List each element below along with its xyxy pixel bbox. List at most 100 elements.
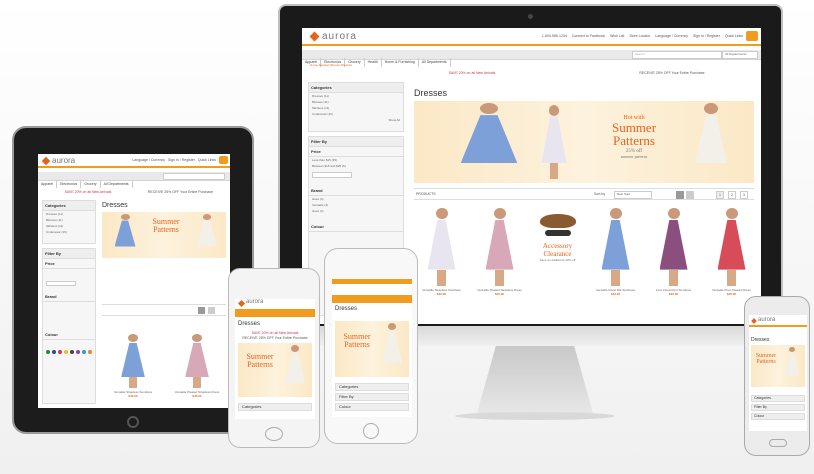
phone2-departments-bar[interactable]: Departments	[332, 295, 412, 309]
phone1-categories[interactable]: Categories	[238, 403, 312, 411]
header-link-facebook[interactable]: Connect to Facebook	[572, 34, 605, 38]
header-link-language[interactable]: Language / Currency	[655, 34, 688, 38]
promo-entire-purchase[interactable]: RECEIVE 25% OFF Your Entire Purchase	[602, 71, 742, 75]
tablet-screen: aurora Language / Currency Sign In / Reg…	[38, 154, 230, 408]
phone1-home-button[interactable]	[265, 427, 283, 441]
colour-swatches[interactable]	[43, 340, 95, 362]
brand-name[interactable]: aurora	[52, 156, 75, 165]
categories-title[interactable]: Categories	[309, 83, 403, 93]
cart-icon[interactable]	[219, 156, 228, 164]
brand-title[interactable]: Brand	[43, 292, 95, 302]
header-link-quick-links[interactable]: Quick Links	[198, 158, 216, 162]
summer-patterns-banner[interactable]: Summer Patterns	[335, 321, 409, 377]
brand-name[interactable]: aurora	[322, 31, 357, 42]
promo-new-arrivals[interactable]: SAVE 20% on all New Arrivals	[412, 71, 532, 75]
nav-apparel[interactable]: Apparel	[38, 180, 58, 188]
phone3-categories[interactable]: Categories	[751, 395, 805, 402]
accessory-clearance-card[interactable]: Accessory Clearance Save an additional 1…	[530, 208, 585, 308]
product-card[interactable]: Luxe Floral Print Sundress $40.00	[646, 208, 701, 308]
nav-all-departments[interactable]: All Departments	[419, 58, 451, 67]
colour-swatch[interactable]	[82, 350, 86, 354]
list-view-icon[interactable]	[686, 191, 694, 199]
colour-title[interactable]: Colour	[43, 330, 95, 340]
colour-swatch[interactable]	[64, 350, 68, 354]
brand-name[interactable]: aurora	[758, 317, 775, 323]
price-item[interactable]: Between $15 and $25 (6)	[309, 163, 403, 169]
summer-patterns-banner[interactable]: Hot with Summer Patterns 25% off summer …	[414, 101, 754, 183]
page-3[interactable]: 3	[740, 191, 748, 199]
grid-view-icon[interactable]	[198, 307, 205, 314]
banner-text: Summer Patterns	[752, 353, 780, 365]
header-link-signin[interactable]: Sign In / Register	[693, 34, 720, 38]
desktop-nav: Apparel Electronics Grocery Health Home & Fu…	[302, 50, 761, 67]
product-card[interactable]: Versatile Strapless Sundress $40.00	[108, 334, 158, 404]
list-view-icon[interactable]	[208, 307, 215, 314]
promo-entire-purchase[interactable]: RECEIVE 25% OFF Your Entire Purchase	[235, 336, 315, 340]
promo-entire-purchase[interactable]: RECEIVE 25% OFF Your Entire Purchase	[133, 190, 228, 194]
nav-electronics[interactable]: Electronics	[57, 180, 82, 188]
summer-patterns-banner[interactable]: Summer Patterns	[751, 345, 805, 387]
header-link-store-locator[interactable]: Store Locator	[629, 34, 650, 38]
brand-checkboxes[interactable]	[43, 302, 95, 330]
breadcrumb[interactable]: Home Apparel Women Dresses	[310, 63, 352, 67]
nav-all-departments[interactable]: All Departments	[101, 180, 133, 188]
tablet-home-button[interactable]	[127, 416, 139, 428]
colour-title[interactable]: Colour	[309, 222, 403, 232]
product-card[interactable]: Versatile Plum Pleated Dress $45.00	[704, 208, 759, 308]
product-price: $40.00	[128, 394, 138, 398]
category-item[interactable]: Underwear (16)	[43, 229, 95, 235]
phone1-departments-bar[interactable]: Departments	[235, 309, 315, 323]
product-card[interactable]: Versatile Floral Silk Sundress $42.00	[588, 208, 643, 308]
nav-health[interactable]: Health	[365, 58, 382, 67]
cart-icon[interactable]	[746, 31, 758, 41]
phone2-home-button[interactable]	[363, 423, 379, 439]
categories-title[interactable]: Categories	[43, 201, 95, 211]
phone2-colour[interactable]: Colour	[335, 403, 409, 411]
product-price: $45.00	[726, 292, 737, 296]
page-title: Dresses	[751, 337, 770, 343]
grid-view-icon[interactable]	[676, 191, 684, 199]
colour-swatch[interactable]	[88, 350, 92, 354]
phone3-colour[interactable]: Colour	[751, 413, 805, 420]
tablet-header: aurora Language / Currency Sign In / Reg…	[38, 154, 230, 168]
nav-home-furnishing[interactable]: Home & Furnishing	[382, 58, 419, 67]
page-1[interactable]: 1	[716, 191, 724, 199]
phone3-home-button[interactable]	[769, 439, 787, 447]
header-link-quick-links[interactable]: Quick Links	[725, 34, 743, 38]
price-range-inputs[interactable]	[312, 172, 352, 178]
nav-grocery[interactable]: Grocery	[81, 180, 101, 188]
filter-title[interactable]: Filter By	[309, 137, 403, 147]
phone2-categories[interactable]: Categories	[335, 383, 409, 391]
filter-title[interactable]: Filter By	[43, 249, 95, 259]
brand-title[interactable]: Brand	[309, 186, 403, 196]
colour-swatch[interactable]	[58, 350, 62, 354]
promo-new-arrivals[interactable]: SAVE 20% on all New Arrivals	[48, 190, 128, 194]
price-title[interactable]: Price	[309, 147, 403, 157]
header-link-signin[interactable]: Sign In / Register	[168, 158, 195, 162]
product-card[interactable]: Versatile Pleated Strapless Dress $40.00	[172, 334, 222, 404]
colour-swatch[interactable]	[76, 350, 80, 354]
colour-swatch[interactable]	[52, 350, 56, 354]
summer-patterns-banner[interactable]: Summer Patterns	[238, 343, 312, 397]
search-input[interactable]	[163, 173, 225, 180]
brand-name[interactable]: aurora	[246, 299, 263, 305]
header-link-wishlist[interactable]: Wish List	[610, 34, 624, 38]
phone2-filter[interactable]: Filter By	[335, 393, 409, 401]
promo-new-arrivals[interactable]: SAVE 20% on all New Arrivals	[235, 331, 315, 335]
page-2[interactable]: 2	[728, 191, 736, 199]
summer-patterns-banner[interactable]: Summer Patterns	[102, 212, 226, 258]
price-title[interactable]: Price	[43, 259, 95, 269]
product-card[interactable]: Versatile Strapless Sundress $40.00	[414, 208, 469, 308]
brand-item[interactable]: Hues (4)	[309, 208, 403, 214]
colour-swatch[interactable]	[46, 350, 50, 354]
header-links: 1-800-555-1234 Connect to Facebook Wish …	[542, 34, 743, 38]
sort-select[interactable]: Best Sold	[614, 191, 652, 199]
phone3-filter[interactable]: Filter By	[751, 404, 805, 411]
product-card[interactable]: Versatile Pleated Strapless Dress $40.00	[472, 208, 527, 308]
price-range-inputs[interactable]	[46, 281, 76, 286]
search-input[interactable]: Search	[632, 51, 722, 59]
search-scope-select[interactable]: All Departments	[722, 51, 758, 59]
show-all-link[interactable]: Show All	[309, 117, 403, 123]
header-link-language[interactable]: Language / Currency	[132, 158, 165, 162]
colour-swatch[interactable]	[70, 350, 74, 354]
